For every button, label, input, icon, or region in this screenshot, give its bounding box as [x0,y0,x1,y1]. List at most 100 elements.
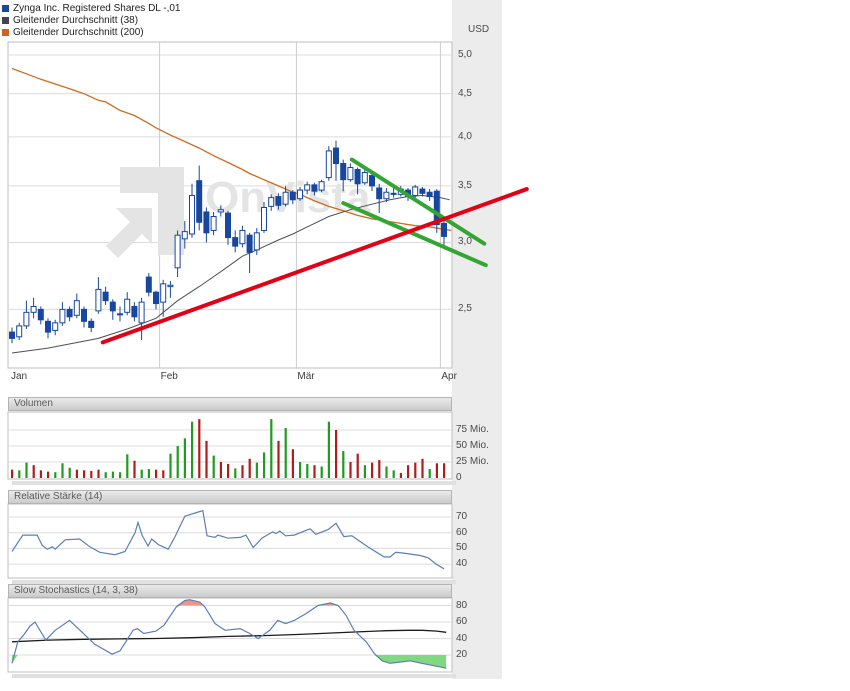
stochastics-axis-tick-label: 20 [456,649,467,660]
candle-body [74,301,79,316]
volume-bar [105,472,107,478]
candle-body [211,217,216,231]
legend-color-marker [2,17,9,24]
volume-bar [97,470,99,478]
volume-bar [213,456,215,478]
volume-bar [335,430,337,478]
legend-color-marker [2,29,9,36]
candle-body [247,235,252,252]
volume-axis-tick-label: 25 Mio. [456,456,489,467]
candle-body [24,312,29,326]
candle-body [168,285,173,286]
legend-item-label: Zynga Inc. Registered Shares DL -,01 [13,3,181,14]
candle-body [67,309,72,316]
candle-body [182,232,187,239]
stochastics-axis-tick-label: 60 [456,616,467,627]
legend-item: Gleitender Durchschnitt (38) [2,14,181,26]
volume-bar [169,454,171,478]
volume-bar [393,470,395,478]
volume-bar [249,459,251,478]
candle-body [96,289,101,310]
candle-body [334,148,339,163]
candle-body [226,213,231,238]
price-axis-tick-label: 2,5 [458,303,472,314]
volume-axis-tick-label: 50 Mio. [456,440,489,451]
currency-label: USD [468,24,489,35]
candle-body [355,169,360,183]
volume-bar [18,470,20,478]
volume-bar [198,419,200,478]
candle-body [269,198,274,207]
volume-bar [371,463,373,478]
x-axis-month-label: Jan [11,371,27,382]
candle-body [89,321,94,327]
legend-item-label: Gleitender Durchschnitt (200) [13,27,144,38]
candle-body [110,302,115,311]
volume-bar [321,466,323,478]
volume-shadow [12,481,456,485]
candle-body [384,192,389,198]
rsi-axis-tick-label: 40 [456,558,467,569]
candle-body [218,210,223,212]
volume-bar [47,472,49,478]
volume-bar [400,473,402,478]
volume-bar [256,463,258,478]
volume-bar [33,465,35,478]
volume-bar [76,470,78,478]
candle-body [262,207,267,230]
candle-body [305,185,310,190]
candle-body [341,164,346,180]
volume-bar [205,441,207,478]
volume-bar [364,465,366,478]
volume-bar [443,463,445,478]
candle-body [118,314,123,315]
volume-bar [184,438,186,478]
volume-bar [40,470,42,478]
chart-application: OnVista Zynga Inc. Registered Shares DL … [0,0,850,691]
candle-body [154,292,159,303]
volume-bar [227,464,229,478]
candle-body [427,192,432,196]
candle-body [362,173,367,183]
rsi-axis-tick-label: 60 [456,527,467,538]
candle-body [146,277,151,292]
volume-bar [263,452,265,478]
price-axis-tick-label: 4,0 [458,131,472,142]
candle-body [175,235,180,268]
volume-bar [306,464,308,478]
volume-axis-tick-label: 75 Mio. [456,424,489,435]
x-axis-month-label: Feb [161,371,178,382]
x-axis-month-label: Apr [441,371,457,382]
candle-body [413,187,418,196]
panel-header-volume: Volumen [8,397,452,411]
volume-bar [112,472,114,478]
candle-body [254,233,259,250]
volume-bar [429,469,431,478]
volume-bar [191,422,193,478]
stochastics-shadow [12,674,456,678]
candle-body [377,188,382,199]
volume-bar [177,446,179,478]
volume-bar [54,472,56,478]
candle-body [276,197,281,206]
volume-bar [241,465,243,478]
volume-bar [385,466,387,478]
volume-bar [90,471,92,478]
volume-bar [357,454,359,478]
candle-body [132,306,137,316]
volume-bar [148,469,150,478]
volume-bar [421,459,423,478]
price-axis-tick-label: 4,5 [458,88,472,99]
volume-bar [349,462,351,478]
volume-bar [342,451,344,478]
candle-body [60,309,65,322]
legend-item-label: Gleitender Durchschnitt (38) [13,15,138,26]
legend-item: Zynga Inc. Registered Shares DL -,01 [2,2,181,14]
volume-bar [378,460,380,478]
candle-body [103,292,108,301]
candle-body [46,321,51,332]
volume-bar [234,468,236,478]
candle-body [319,182,324,190]
candle-body [283,192,288,204]
candle-body [53,323,58,331]
